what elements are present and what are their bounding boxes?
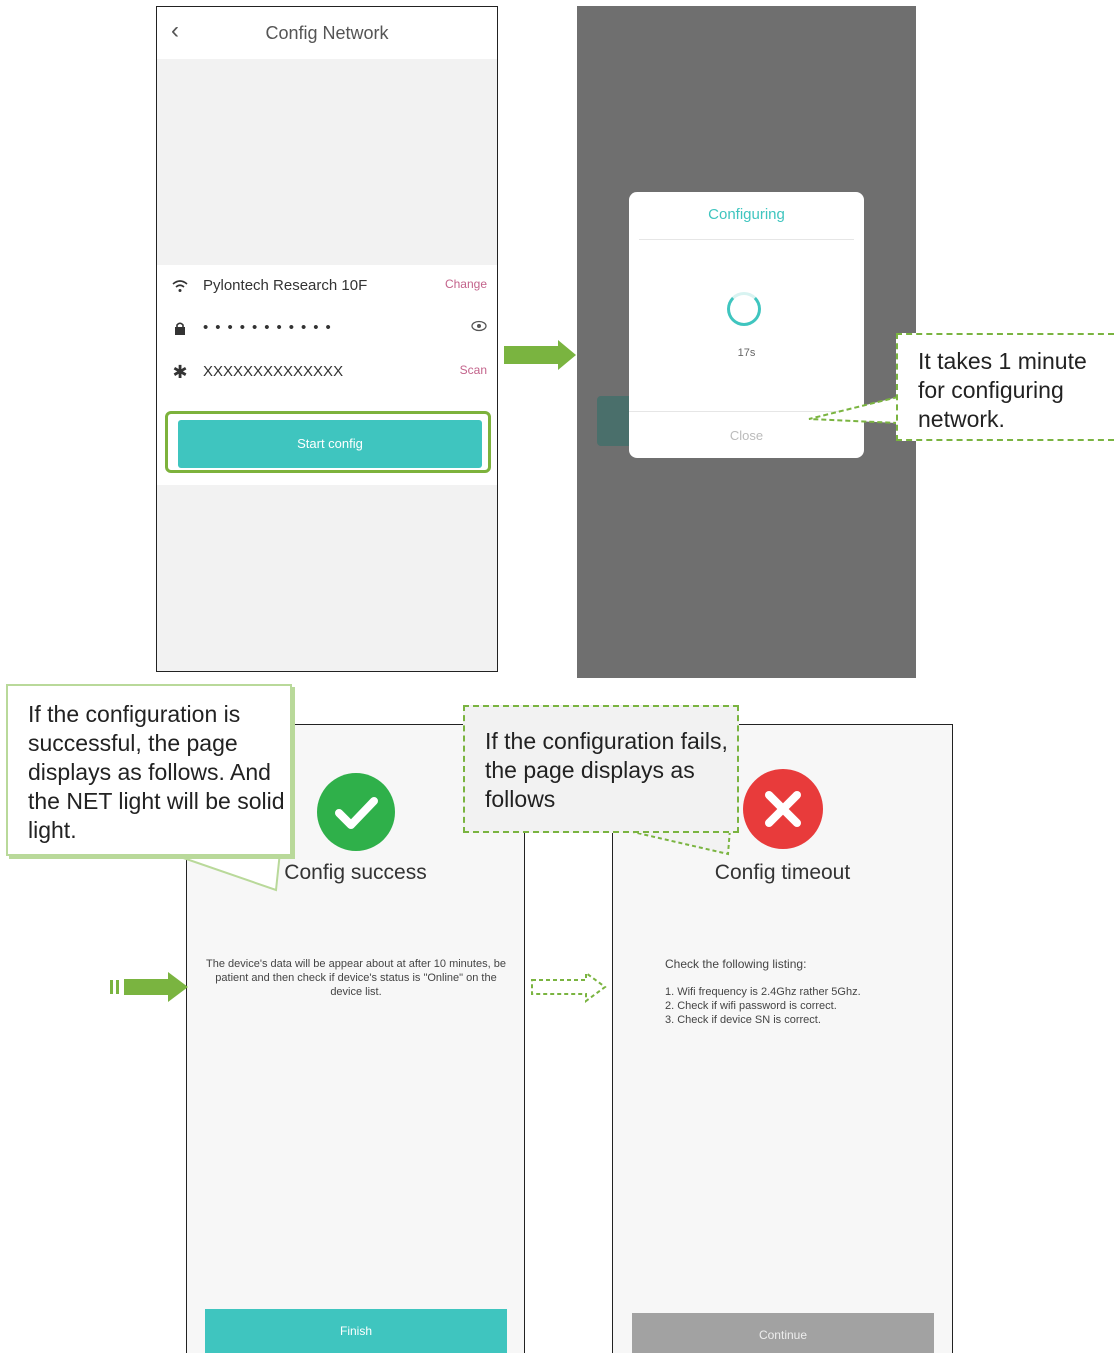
page-title: Config Network	[265, 23, 389, 43]
divider	[639, 239, 854, 240]
countdown-text: 17s	[737, 347, 756, 359]
blank-area-bottom	[157, 485, 497, 671]
config-network-screen: ‹ Config Network Pylontech Research 10F …	[156, 6, 498, 672]
check-list: 1. Wifi frequency is 2.4Ghz rather 5Ghz.…	[665, 985, 861, 1027]
asterisk-icon: ✱	[172, 362, 188, 382]
dashed-arrow-right-icon	[530, 970, 608, 1009]
checkmark-icon	[317, 773, 395, 851]
lock-icon	[171, 319, 189, 337]
wifi-ssid[interactable]: Pylontech Research 10F	[203, 277, 367, 294]
configuring-screen: Configuring 17s Close	[577, 6, 916, 678]
sn-field[interactable]: XXXXXXXXXXXXXX	[203, 363, 343, 380]
dialog-title: Configuring	[708, 206, 785, 223]
callout-pointer	[165, 850, 282, 892]
finish-button[interactable]: Finish	[205, 1309, 507, 1353]
wifi-icon	[171, 277, 189, 295]
blank-area	[157, 59, 497, 265]
eye-icon[interactable]	[471, 319, 487, 336]
success-description: The device's data will be appear about a…	[206, 958, 506, 998]
start-config-highlight: Start config	[165, 411, 491, 473]
error-x-icon	[743, 769, 823, 849]
change-wifi-link[interactable]: Change	[445, 277, 487, 291]
callout-text: If the configuration fails, the page dis…	[485, 728, 728, 812]
check-heading: Check the following listing:	[665, 957, 807, 971]
callout-fail: If the configuration fails, the page dis…	[463, 705, 739, 833]
arrow-right-icon	[504, 340, 576, 375]
callout-text: It takes 1 minute for configuring networ…	[918, 348, 1087, 432]
nav-bar: ‹ Config Network	[157, 7, 497, 59]
list-item: 1. Wifi frequency is 2.4Ghz rather 5Ghz.	[665, 986, 861, 998]
callout-text: If the configuration is successful, the …	[28, 701, 285, 843]
close-button[interactable]: Close	[629, 428, 864, 443]
password-field[interactable]: •••••••••••	[203, 319, 338, 336]
timeout-title: Config timeout	[714, 861, 851, 884]
scan-link[interactable]: Scan	[460, 363, 487, 377]
sn-row: ✱ XXXXXXXXXXXXXX Scan	[157, 351, 497, 407]
arrow-right-icon	[110, 972, 188, 1007]
start-config-button[interactable]: Start config	[178, 420, 482, 468]
wifi-row: Pylontech Research 10F Change	[157, 265, 497, 307]
callout-success: If the configuration is successful, the …	[6, 684, 292, 856]
callout-pointer	[808, 396, 899, 424]
callout-configuring: It takes 1 minute for configuring networ…	[896, 333, 1114, 441]
list-item: 3. Check if device SN is correct.	[665, 1014, 821, 1026]
password-row: •••••••••••	[157, 307, 497, 349]
list-item: 2. Check if wifi password is correct.	[665, 1000, 837, 1012]
continue-button[interactable]: Continue	[632, 1313, 934, 1353]
loading-spinner-icon	[727, 292, 761, 326]
